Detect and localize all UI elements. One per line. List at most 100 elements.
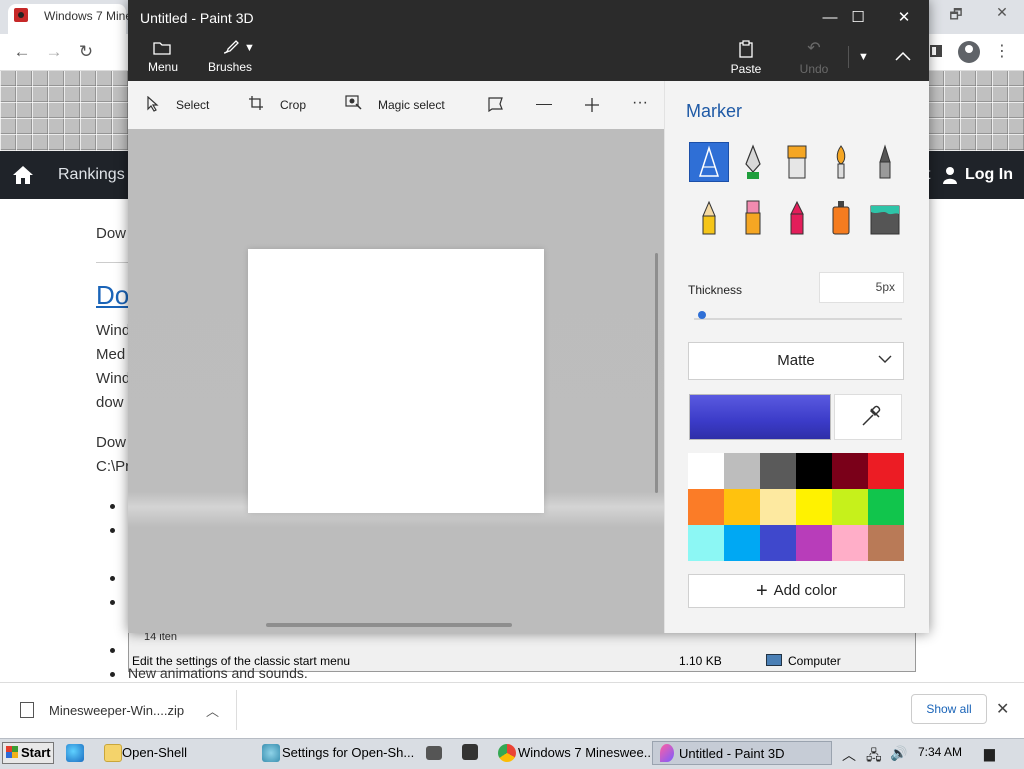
eyedropper-button[interactable]	[834, 394, 902, 440]
download-file-name[interactable]: Minesweeper-Win....zip	[49, 703, 184, 718]
tray-expand-icon[interactable]: ︿	[842, 745, 856, 765]
oil-brush[interactable]	[777, 142, 817, 182]
fill-bucket-brush[interactable]	[865, 198, 905, 238]
palette-swatch[interactable]	[796, 453, 832, 489]
palette-swatch[interactable]	[688, 525, 724, 561]
vertical-scrollbar[interactable]	[655, 253, 658, 493]
palette-swatch[interactable]	[760, 453, 796, 489]
marker-icon	[698, 145, 720, 177]
magic-select-icon[interactable]	[345, 95, 363, 111]
folder-icon[interactable]	[153, 40, 171, 56]
paste-button[interactable]: Paste	[726, 62, 766, 76]
eraser-brush[interactable]	[733, 198, 773, 238]
chrome-icon	[498, 744, 516, 762]
taskbar-item-open-shell[interactable]: Open-Shell	[122, 741, 252, 765]
edge-icon[interactable]	[66, 744, 84, 762]
collapse-ribbon-icon[interactable]	[894, 50, 912, 62]
reload-icon[interactable]: ↻	[74, 40, 98, 64]
flag-view-icon[interactable]	[487, 96, 505, 112]
undo-button[interactable]: Undo	[794, 62, 834, 76]
network-icon[interactable]: 🖧	[866, 745, 882, 769]
palette-swatch[interactable]	[832, 525, 868, 561]
more-chevron-icon[interactable]: ▼	[858, 51, 869, 63]
user-icon[interactable]	[942, 166, 958, 184]
back-arrow-icon[interactable]: ←	[10, 40, 34, 64]
drawing-canvas[interactable]	[248, 249, 544, 513]
page-text-line: C:\Pr	[96, 458, 131, 475]
store-icon[interactable]	[462, 744, 478, 760]
select-cursor-icon[interactable]	[146, 96, 160, 112]
palette-swatch[interactable]	[724, 453, 760, 489]
chevron-down-icon[interactable]: ▼	[244, 42, 255, 54]
add-color-button[interactable]: + Add color	[688, 574, 905, 608]
palette-swatch[interactable]	[832, 489, 868, 525]
panel-title: Marker	[686, 101, 743, 121]
finish-dropdown[interactable]: Matte	[688, 342, 904, 380]
palette-swatch[interactable]	[688, 489, 724, 525]
horizontal-scrollbar[interactable]	[266, 623, 512, 627]
spray-can-brush[interactable]	[821, 198, 861, 238]
undo-icon[interactable]: ↶	[804, 38, 824, 58]
chevron-down-icon[interactable]	[878, 354, 892, 364]
clock[interactable]: 7:34 AM	[918, 745, 962, 759]
crop-tool[interactable]: Crop	[280, 98, 306, 112]
brushes-button[interactable]: Brushes	[206, 60, 254, 74]
nav-rankings[interactable]: Rankings	[58, 166, 125, 184]
magic-select-tool[interactable]: Magic select	[378, 98, 445, 112]
zoom-out-icon[interactable]	[536, 104, 552, 105]
page-text-line: Dow	[96, 434, 127, 451]
login-link[interactable]: Log In	[965, 166, 1013, 184]
browser-restore-icon[interactable]: 🗗	[944, 4, 968, 28]
pixel-pen-brush[interactable]	[865, 142, 905, 182]
calligraphy-pen-brush[interactable]	[733, 142, 773, 182]
select-tool[interactable]: Select	[176, 98, 209, 112]
close-button[interactable]: ✕	[886, 6, 922, 30]
palette-swatch[interactable]	[832, 453, 868, 489]
menu-button[interactable]: Menu	[140, 60, 186, 74]
palette-swatch[interactable]	[868, 453, 904, 489]
taskbar-item-chrome[interactable]: Windows 7 Minesweе...	[518, 741, 655, 765]
taskbar-item-paint3d[interactable]: Untitled - Paint 3D	[652, 741, 832, 765]
more-options-icon[interactable]: ···	[632, 94, 648, 112]
palette-swatch[interactable]	[688, 453, 724, 489]
page-text-line: Dow	[96, 225, 127, 242]
palette-swatch[interactable]	[760, 525, 796, 561]
thickness-input[interactable]: 5px	[819, 272, 904, 303]
palette-swatch[interactable]	[796, 489, 832, 525]
close-icon[interactable]: ✕	[996, 699, 1009, 719]
side-panel-icon[interactable]	[930, 45, 942, 57]
watercolor-brush[interactable]	[821, 142, 861, 182]
palette-swatch[interactable]	[724, 525, 760, 561]
calligraphy-pen-icon	[745, 144, 761, 179]
browser-close-icon[interactable]: ✕	[990, 4, 1014, 21]
maximize-button[interactable]: ☐	[840, 6, 876, 30]
profile-avatar-icon[interactable]	[958, 41, 980, 63]
forward-arrow-icon[interactable]: →	[42, 40, 66, 64]
zoom-in-icon[interactable]	[584, 97, 600, 113]
palette-swatch[interactable]	[868, 489, 904, 525]
browser-menu-icon[interactable]: ⋮	[994, 40, 1010, 64]
computer-icon	[766, 654, 782, 666]
watercolor-icon	[836, 145, 846, 179]
marker-brush[interactable]	[689, 142, 729, 182]
mail-icon[interactable]	[426, 746, 442, 760]
chevron-up-icon[interactable]: ︿	[206, 701, 219, 720]
palette-swatch[interactable]	[796, 525, 832, 561]
palette-swatch[interactable]	[724, 489, 760, 525]
clipboard-icon[interactable]	[737, 40, 755, 58]
palette-swatch[interactable]	[760, 489, 796, 525]
palette-swatch[interactable]	[868, 525, 904, 561]
pencil-brush[interactable]	[689, 198, 729, 238]
download-heading-link[interactable]: Do	[96, 280, 129, 311]
thickness-slider[interactable]	[694, 318, 902, 320]
brush-icon[interactable]	[221, 38, 241, 56]
taskbar-item-settings[interactable]: Settings for Open-Sh...	[282, 741, 418, 765]
current-color-swatch[interactable]	[689, 394, 831, 440]
bullet-icon	[110, 504, 115, 509]
show-all-button[interactable]: Show all	[911, 694, 987, 724]
crop-icon[interactable]	[248, 95, 264, 111]
crayon-brush[interactable]	[777, 198, 817, 238]
home-icon[interactable]	[12, 164, 34, 186]
action-center-icon[interactable]: ▆	[984, 745, 995, 762]
volume-icon[interactable]: 🔊	[890, 745, 907, 762]
